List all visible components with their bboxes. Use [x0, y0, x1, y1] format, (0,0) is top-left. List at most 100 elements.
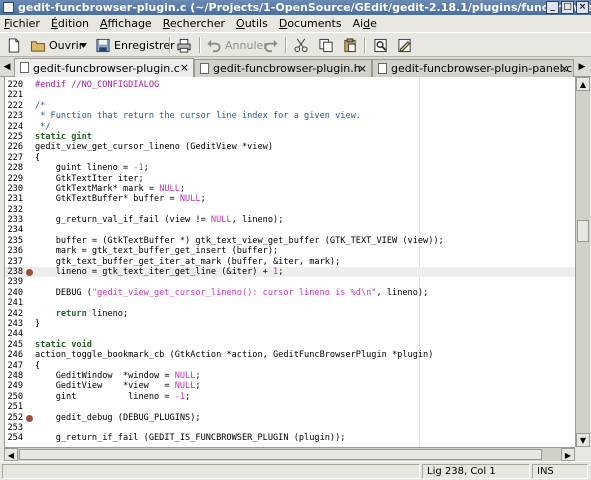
menu-documents[interactable]: Documents	[279, 17, 342, 30]
code-line[interactable]: 222 /*	[5, 101, 575, 111]
maximize-button[interactable]: □	[561, 1, 574, 14]
scroll-up-icon[interactable]: ▲	[576, 77, 590, 91]
scroll-down-icon[interactable]: ▼	[576, 433, 590, 447]
gutter[interactable]	[23, 433, 35, 443]
save-button[interactable]: Enregistrer	[95, 36, 175, 54]
gutter[interactable]	[23, 132, 35, 142]
gutter[interactable]	[23, 381, 35, 391]
vertical-scroll-thumb[interactable]	[577, 220, 589, 242]
code-line[interactable]: 236 mark = gtk_text_buffer_get_insert (b…	[5, 246, 575, 256]
tab-scroll-left-icon[interactable]: ◀	[2, 60, 12, 74]
tab-plugin-c[interactable]: gedit-funcbrowser-plugin.c ×	[14, 58, 194, 77]
copy-button[interactable]	[318, 36, 337, 54]
menu-edition[interactable]: Édition	[51, 17, 89, 30]
close-icon[interactable]: ×	[358, 62, 367, 75]
gutter[interactable]	[23, 90, 35, 100]
code-line[interactable]: 251	[5, 402, 575, 412]
gutter[interactable]	[23, 392, 35, 402]
menu-aide[interactable]: Aide	[353, 17, 377, 30]
gutter[interactable]	[23, 174, 35, 184]
gutter[interactable]	[23, 350, 35, 360]
code-line[interactable]: 253	[5, 423, 575, 433]
gutter[interactable]	[23, 142, 35, 152]
code-line[interactable]: 230 GtkTextMark* mark = NULL;	[5, 184, 575, 194]
code-line[interactable]: 228 guint lineno = -1;	[5, 163, 575, 173]
code-editor[interactable]: 220 #endif //NO_CONFIGDIALOG 221 222/* 223 *…	[4, 77, 575, 447]
tab-plugin-panel-c[interactable]: gedit-funcbrowser-plugin-panel.c ×	[372, 59, 574, 77]
vertical-scrollbar[interactable]: ▲ ▼	[575, 77, 590, 447]
code-line[interactable]: 227 {	[5, 153, 575, 163]
close-icon[interactable]: ×	[560, 62, 569, 75]
code-line[interactable]: 245 static void	[5, 340, 575, 350]
gutter[interactable]	[23, 101, 35, 111]
undo-button[interactable]: Annuler	[206, 36, 268, 54]
code-line[interactable]: 246 action_toggle_bookmark_cb (GtkAction …	[5, 350, 575, 360]
minimize-button[interactable]: _	[546, 1, 559, 14]
code-line[interactable]: 242 return lineno;	[5, 309, 575, 319]
gutter[interactable]	[23, 371, 35, 381]
window-titlebar[interactable]: gedit-funcbrowser-plugin.c (~/Projects/1…	[0, 0, 591, 15]
gutter[interactable]	[23, 361, 35, 371]
code-line[interactable]: 235 buffer = (GtkTextBuffer *) gtk_text_…	[5, 236, 575, 246]
gutter[interactable]	[23, 225, 35, 235]
code-line[interactable]: 224 */	[5, 122, 575, 132]
gutter[interactable]	[23, 340, 35, 350]
code-line[interactable]: 225 static gint	[5, 132, 575, 142]
gutter[interactable]	[23, 215, 35, 225]
code-line[interactable]: 237 gtk_text_buffer_get_iter_at_mark (bu…	[5, 257, 575, 267]
code-line[interactable]: 240 DEBUG ("gedit_view_get_cursor_lineno…	[5, 288, 575, 298]
gutter[interactable]	[23, 329, 35, 339]
code-line[interactable]: 234	[5, 225, 575, 235]
code-line[interactable]: 226 gedit_view_get_cursor_lineno (GeditVi…	[5, 142, 575, 152]
gutter[interactable]	[23, 246, 35, 256]
gutter[interactable]	[23, 423, 35, 433]
gedit-app-icon[interactable]	[3, 2, 14, 13]
redo-button[interactable]	[263, 36, 282, 54]
code-line[interactable]: 221	[5, 90, 575, 100]
gutter[interactable]	[23, 309, 35, 319]
gutter[interactable]	[23, 319, 35, 329]
gutter[interactable]	[23, 402, 35, 412]
find-button[interactable]	[373, 36, 392, 54]
menu-rechercher[interactable]: Rechercher	[163, 17, 225, 30]
gutter[interactable]	[23, 184, 35, 194]
code-line[interactable]: 249 GeditView *view = NULL;	[5, 381, 575, 391]
gutter[interactable]	[23, 122, 35, 132]
code-line[interactable]: 229 GtkTextIter iter;	[5, 174, 575, 184]
tab-plugin-h[interactable]: gedit-funcbrowser-plugin.h ×	[194, 59, 372, 77]
scroll-right-icon[interactable]: ▶	[561, 448, 575, 461]
code-line[interactable]: 247 {	[5, 361, 575, 371]
code-line[interactable]: 244	[5, 329, 575, 339]
gutter[interactable]	[23, 267, 35, 277]
gutter[interactable]	[23, 236, 35, 246]
gutter[interactable]	[23, 277, 35, 287]
code-line[interactable]: 239	[5, 277, 575, 287]
close-window-button[interactable]: ×	[576, 1, 589, 14]
gutter[interactable]	[23, 298, 35, 308]
code-line[interactable]: 220 #endif //NO_CONFIGDIALOG	[5, 80, 575, 90]
gutter[interactable]	[23, 288, 35, 298]
scroll-left-icon[interactable]: ◀	[4, 448, 18, 461]
menu-affichage[interactable]: Affichage	[100, 17, 152, 30]
code-line[interactable]: 232	[5, 205, 575, 215]
print-button[interactable]	[176, 36, 195, 54]
gutter[interactable]	[23, 413, 35, 423]
gutter[interactable]	[23, 163, 35, 173]
code-line[interactable]: 248 GeditWindow *window = NULL;	[5, 371, 575, 381]
replace-button[interactable]	[397, 36, 416, 54]
menu-fichier[interactable]: Fichier	[4, 17, 40, 30]
gutter[interactable]	[23, 257, 35, 267]
gutter[interactable]	[23, 153, 35, 163]
code-line[interactable]: 252 gedit_debug (DEBUG_PLUGINS);	[5, 413, 575, 423]
horizontal-scrollbar[interactable]: ◀ ▶	[4, 447, 575, 461]
gutter[interactable]	[23, 80, 35, 90]
current-code-line[interactable]: 238 lineno = gtk_text_iter_get_line (&it…	[5, 267, 575, 278]
code-line[interactable]: 250 gint lineno = -1;	[5, 392, 575, 402]
close-icon[interactable]: ×	[180, 61, 189, 74]
new-button[interactable]	[6, 36, 25, 54]
code-line[interactable]: 231 GtkTextBuffer* buffer = NULL;	[5, 194, 575, 204]
code-line[interactable]: 241	[5, 298, 575, 308]
cut-button[interactable]	[293, 36, 312, 54]
open-button[interactable]: Ouvrir	[30, 36, 83, 54]
horizontal-scroll-thumb[interactable]	[19, 449, 542, 460]
